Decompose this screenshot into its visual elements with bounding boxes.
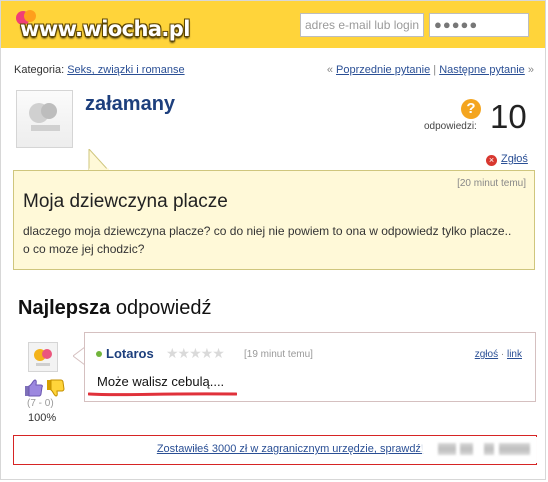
- answer-link[interactable]: link: [507, 349, 522, 360]
- email-input[interactable]: adres e-mail lub login: [300, 13, 424, 37]
- answer-text: Może walisz cebulą....: [97, 374, 225, 389]
- advertisement-link[interactable]: Zostawiłeś 3000 zł w zagranicznym urzędz…: [157, 443, 424, 455]
- online-status-icon: [96, 351, 102, 357]
- question-body: dlaczego moja dziewczyna placze? co do n…: [23, 224, 512, 256]
- category-breadcrumb: Kategoria: Seks, związki i romanse: [14, 64, 185, 76]
- thumbs-down-icon: [47, 379, 65, 397]
- pager-separator: |: [430, 64, 440, 76]
- answer-actions: zgłoś · link: [475, 349, 522, 360]
- question-title: Moja dziewczyna placze: [23, 191, 228, 212]
- answer-author-avatar[interactable]: [28, 342, 58, 372]
- question-author-name[interactable]: załamany: [85, 93, 175, 116]
- advertisement-text: Zostawiłeś 3000 zł w zagranicznym urzędz…: [14, 443, 424, 455]
- blurred-corner-area: [422, 437, 545, 463]
- browser-page: www.wiocha.pl adres e-mail lub login ●●●…: [0, 0, 546, 480]
- vote-buttons[interactable]: [21, 377, 67, 399]
- question-box: [20 minut temu] Moja dziewczyna placze d…: [13, 170, 535, 270]
- prev-arrow: «: [326, 64, 337, 76]
- password-input[interactable]: ●●●●●: [429, 13, 529, 37]
- answer-time: [19 minut temu]: [244, 349, 313, 360]
- vote-percent: 100%: [28, 412, 57, 424]
- site-header: www.wiocha.pl adres e-mail lub login ●●●…: [1, 1, 545, 48]
- logo-text: www.wiocha.pl: [20, 17, 190, 41]
- best-answer-heading-rest: odpowiedź: [110, 297, 212, 319]
- default-avatar-icon: [29, 103, 60, 131]
- vote-count: (7 - 0): [27, 398, 54, 409]
- rating-stars-icon: ★★★★★: [166, 345, 225, 361]
- thumbs-up-icon: [25, 379, 43, 397]
- next-arrow: »: [524, 64, 534, 76]
- question-author-avatar[interactable]: [16, 90, 73, 148]
- previous-question-link[interactable]: Poprzednie pytanie: [336, 64, 430, 76]
- answer-action-separator: ·: [498, 349, 507, 360]
- next-question-link[interactable]: Następne pytanie: [439, 64, 525, 76]
- question-time: [20 minut temu]: [457, 178, 526, 189]
- question-mark-icon: ?: [461, 99, 481, 119]
- question-pager: « Poprzednie pytanie | Następne pytanie …: [304, 64, 534, 76]
- category-link[interactable]: Seks, związki i romanse: [67, 64, 184, 76]
- best-answer-heading-strong: Najlepsza: [18, 297, 111, 319]
- answer-author-name[interactable]: Lotaros: [106, 346, 154, 361]
- question-bubble-tail: [88, 149, 109, 171]
- site-logo[interactable]: www.wiocha.pl: [15, 8, 195, 46]
- default-avatar-icon: [34, 349, 52, 366]
- close-icon: ×: [486, 155, 497, 166]
- report-question-label[interactable]: Zgłoś: [501, 153, 528, 165]
- category-label: Kategoria:: [14, 64, 68, 76]
- report-question-button[interactable]: × Zgłoś: [486, 153, 528, 166]
- best-answer-heading: Najlepsza odpowiedź: [18, 297, 211, 320]
- answers-label: odpowiedzi:: [424, 121, 477, 132]
- report-answer-link[interactable]: zgłoś: [475, 349, 498, 360]
- answers-count: 10: [490, 98, 527, 135]
- red-underline-highlight: [88, 392, 237, 397]
